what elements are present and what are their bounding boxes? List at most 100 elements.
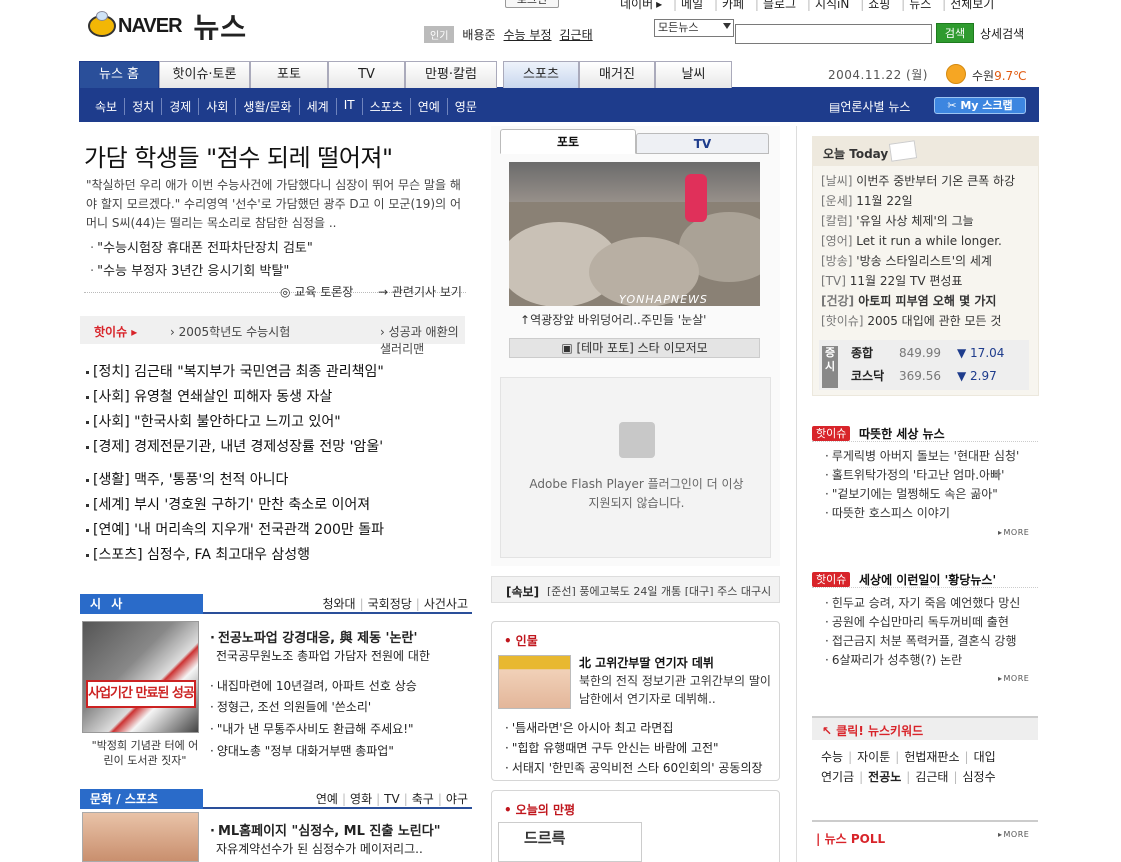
sisa-link[interactable]: 국회정당 <box>368 597 412 611</box>
theme-photo-link[interactable]: ▣ [테마 포토] 스타 이모저모 <box>509 338 760 358</box>
person-item[interactable]: "힙합 유행때면 구두 안신는 바람에 고전" <box>505 739 719 756</box>
keyword-link[interactable]: 연기금 <box>821 770 854 784</box>
person-desc[interactable]: 북한의 전직 정보기관 고위간부의 딸이 남한에서 연기자로 데뷔해.. <box>579 672 779 708</box>
section-link[interactable]: 영문 <box>448 98 484 115</box>
section-link[interactable]: 정치 <box>125 98 163 115</box>
warm-news-more-link[interactable]: MORE <box>998 528 1029 537</box>
sisa-label[interactable]: 시 사 <box>80 594 203 614</box>
person-label[interactable]: 인물 <box>504 632 538 649</box>
nav-all[interactable]: 전체보기 <box>950 0 994 11</box>
popular-keyword[interactable]: 수능 부정 <box>504 26 552 43</box>
culture-lead-desc[interactable]: 자유계약선수가 된 심정수가 메이저리그.. <box>216 840 423 857</box>
keyword-link[interactable]: 헌법재판소 <box>904 750 959 764</box>
strange-news-title[interactable]: 세상에 이런일이 '황당뉴스' <box>859 571 996 588</box>
keyword-link[interactable]: 자이툰 <box>857 750 890 764</box>
press-news-link[interactable]: ▤언론사별 뉴스 <box>829 98 910 115</box>
culture-photo[interactable] <box>82 812 199 862</box>
tab-cartoon-column[interactable]: 만평·칼럼 <box>405 61 497 88</box>
tab-weather[interactable]: 날씨 <box>655 61 732 88</box>
advanced-search-link[interactable]: 상세검색 <box>980 25 1024 42</box>
sisa-item[interactable]: 양대노총 "정부 대화거부땐 총파업" <box>210 742 394 759</box>
sisa-lead-desc[interactable]: 전국공무원노조 총파업 가담자 전원에 대한 <box>216 647 430 664</box>
today-item[interactable]: [칼럼] '유일 사상 체제'의 그늘 <box>821 212 974 229</box>
person-photo[interactable] <box>498 655 571 709</box>
keyword-link[interactable]: 심정수 <box>963 770 996 784</box>
popular-keyword[interactable]: 배용준 <box>462 26 495 43</box>
story-link[interactable]: [사회] 유영철 연쇄살인 피해자 동생 자살 <box>86 386 332 406</box>
hotissue-link[interactable]: › 2005학년도 수능시험 <box>170 323 290 340</box>
warm-news-title[interactable]: 따뜻한 세상 뉴스 <box>859 425 945 442</box>
section-link[interactable]: 세계 <box>300 98 337 115</box>
story-link[interactable]: [세계] 부시 '경호원 구하기' 만찬 축소로 이어져 <box>86 494 370 514</box>
nav-news[interactable]: 뉴스 <box>909 0 931 11</box>
culture-link[interactable]: TV <box>384 792 400 806</box>
section-link[interactable]: 스포츠 <box>363 98 411 115</box>
nav-mail[interactable]: 메일 <box>681 0 703 11</box>
sisa-item[interactable]: "내가 낸 무통주사비도 환급해 주세요!" <box>210 720 414 737</box>
tab-tv[interactable]: TV <box>328 61 405 88</box>
headline-title[interactable]: 가담 학생들 "점수 되레 떨어져" <box>84 138 393 173</box>
featured-photo-caption[interactable]: ↑역광장앞 바위덩어리..주민들 '눈살' <box>520 311 706 328</box>
strange-news-item[interactable]: 힌두교 승려, 자기 죽음 예언했다 망신 <box>825 594 1021 611</box>
section-link[interactable]: 생활/문화 <box>236 98 300 115</box>
story-link[interactable]: [사회] "한국사회 불안하다고 느끼고 있어" <box>86 411 341 431</box>
section-link[interactable]: 경제 <box>162 98 200 115</box>
culture-link[interactable]: 연예 <box>316 792 338 806</box>
login-button[interactable]: 로그인 <box>505 0 559 8</box>
culture-link[interactable]: 축구 <box>412 792 434 806</box>
debate-link[interactable]: ◎ 교육 토론장 <box>280 283 353 300</box>
today-item[interactable]: [TV] 11월 22일 TV 편성표 <box>821 272 962 289</box>
nav-blog[interactable]: 블로그 <box>763 0 796 11</box>
story-link[interactable]: [스포츠] 심정수, FA 최고대우 삼성행 <box>86 544 310 564</box>
headline-bullet[interactable]: "수능 부정자 3년간 응시기회 박탈" <box>90 260 289 279</box>
tab-media-photo[interactable]: 포토 <box>500 129 636 154</box>
today-item[interactable]: [건강] 아토피 피부염 오해 몇 가지 <box>821 292 996 309</box>
sisa-photo-caption[interactable]: "박정희 기념관 터에 어린이 도서관 짓자" <box>90 738 200 768</box>
story-link[interactable]: [연예] '내 머리속의 지우개' 전국관객 200만 돌파 <box>86 519 384 539</box>
search-input[interactable] <box>735 24 932 44</box>
section-link[interactable]: 사회 <box>199 98 237 115</box>
warm-news-item[interactable]: 홀트위탁가정의 '타고난 엄마.아빠' <box>825 466 1005 483</box>
poll-title[interactable]: | 뉴스 POLL <box>816 830 885 847</box>
breaking-news-ticker[interactable]: [속보] [준선] 풍에고북도 24일 개통 [대구] 주스 대구시 성 개발 … <box>491 576 780 603</box>
stock-index-panel[interactable]: 증시 종합 849.99 ▼ 17.04 코스닥 369.56 ▼ 2.97 <box>819 340 1029 390</box>
my-scrap-button[interactable]: ✂ My 스크랩 <box>934 97 1026 114</box>
keyword-link[interactable]: 전공노 <box>868 770 901 784</box>
culture-link[interactable]: 야구 <box>446 792 468 806</box>
nav-naver[interactable]: 네이버 <box>620 0 653 11</box>
today-item[interactable]: [날씨] 이번주 중반부터 기온 큰폭 하강 <box>821 172 1015 189</box>
section-link[interactable]: 속보 <box>95 98 126 115</box>
story-link[interactable]: [경제] 경제전문기관, 내년 경제성장률 전망 '암울' <box>86 436 383 456</box>
naver-news-logo[interactable]: NAVER 뉴스 <box>88 10 247 44</box>
person-title[interactable]: 北 고위간부딸 연기자 데뷔 <box>579 654 714 671</box>
nav-cafe[interactable]: 카페 <box>722 0 744 11</box>
keyword-title[interactable]: ↖ 클릭! 뉴스키워드 <box>822 722 923 739</box>
person-item[interactable]: 서태지 '한민족 공익비전 스타 60인회의' 공동의장 <box>505 759 763 776</box>
person-item[interactable]: '틈새라면'은 아시아 최고 라면집 <box>505 719 674 736</box>
hotissue-link[interactable]: › 성공과 애환의 샐러리맨 <box>380 323 465 357</box>
sisa-photo[interactable]: 사업기간 만료된 성공동 어린이도서관 살려내라 <box>82 621 199 733</box>
breaking-text[interactable]: [준선] 풍에고북도 24일 개통 [대구] 주스 대구시 성 개발 사업 세 <box>547 583 772 596</box>
cartoon-image[interactable]: 드르륵 <box>498 822 642 862</box>
tab-media-tv[interactable]: TV <box>636 133 769 154</box>
strange-news-more-link[interactable]: MORE <box>998 674 1029 683</box>
culture-label[interactable]: 문화 / 스포츠 <box>80 789 203 809</box>
sisa-link[interactable]: 사건사고 <box>424 597 468 611</box>
nav-kin[interactable]: 지식iN <box>815 0 849 11</box>
story-link[interactable]: [생활] 맥주, '통풍'의 천적 아니다 <box>86 469 288 489</box>
keyword-link[interactable]: 수능 <box>821 750 843 764</box>
headline-summary[interactable]: "착실하던 우리 애가 이번 수능사건에 가담했다니 심장이 뛰어 무슨 말을 … <box>86 176 466 233</box>
tab-magazine[interactable]: 매거진 <box>579 61 655 88</box>
poll-more-link[interactable]: MORE <box>998 830 1029 839</box>
tab-news-home[interactable]: 뉴스 홈 <box>79 61 159 88</box>
strange-news-item[interactable]: 6살짜리가 성추행(?) 논란 <box>825 651 962 668</box>
weather-readout[interactable]: 수원9.7℃ <box>972 67 1027 84</box>
keyword-link[interactable]: 김근태 <box>915 770 948 784</box>
featured-photo[interactable]: YONHAPNEWS <box>509 162 760 306</box>
today-item[interactable]: [영어] Let it run a while longer. <box>821 232 1002 249</box>
section-link[interactable]: 연예 <box>411 98 448 115</box>
keyword-link[interactable]: 대입 <box>974 750 996 764</box>
today-item[interactable]: [방송] '방송 스타일리스트'의 세계 <box>821 252 992 269</box>
today-item[interactable]: [핫이슈] 2005 대입에 관한 모든 것 <box>821 312 1001 329</box>
cartoon-label[interactable]: 오늘의 만평 <box>504 801 575 818</box>
